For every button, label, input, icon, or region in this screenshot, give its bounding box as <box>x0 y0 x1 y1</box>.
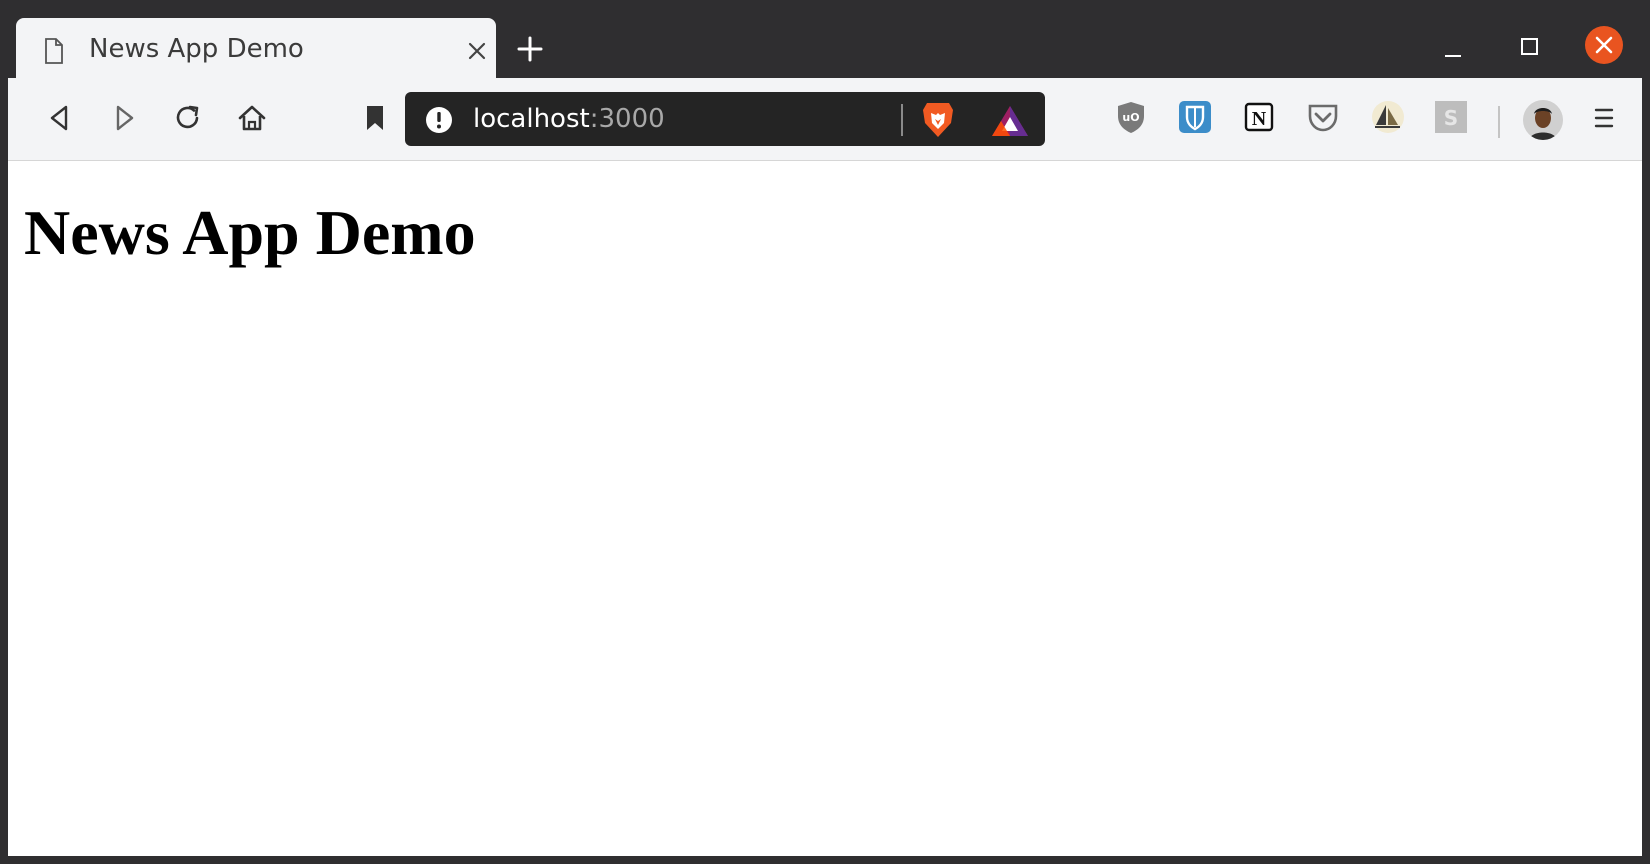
svg-text:S: S <box>1444 106 1458 130</box>
new-tab-icon[interactable] <box>516 35 544 63</box>
reload-icon[interactable] <box>170 100 206 136</box>
tab-strip: News App Demo <box>8 8 1642 78</box>
brave-shields-icon[interactable] <box>921 101 955 139</box>
home-icon[interactable] <box>234 100 270 136</box>
tab-title: News App Demo <box>89 34 304 64</box>
minimize-icon[interactable] <box>1435 30 1471 66</box>
menu-icon[interactable] <box>1586 100 1622 136</box>
navigation-toolbar: localhost:3000 uO N S <box>8 78 1642 161</box>
back-icon[interactable] <box>42 100 78 136</box>
url-host: localhost <box>473 104 590 134</box>
ublock-origin-icon[interactable]: uO <box>1112 98 1150 136</box>
profile-avatar[interactable] <box>1523 100 1563 140</box>
address-bar[interactable]: localhost:3000 <box>405 92 1045 146</box>
page-heading: News App Demo <box>24 197 476 268</box>
sailboat-extension-icon[interactable] <box>1369 98 1407 136</box>
s-extension-icon[interactable]: S <box>1432 98 1470 136</box>
avatar-icon <box>1523 100 1563 140</box>
page-icon <box>45 38 63 64</box>
pocket-icon[interactable] <box>1304 98 1342 136</box>
svg-text:N: N <box>1252 108 1267 130</box>
url-port: :3000 <box>589 104 665 134</box>
close-tab-icon[interactable] <box>467 41 487 61</box>
notion-icon[interactable]: N <box>1240 98 1278 136</box>
brave-rewards-icon[interactable] <box>991 105 1029 137</box>
svg-text:uO: uO <box>1122 111 1139 124</box>
page-content: News App Demo <box>8 161 1642 856</box>
toolbar-divider <box>1498 106 1500 138</box>
bitwarden-icon[interactable] <box>1176 98 1214 136</box>
bookmark-icon[interactable] <box>357 100 393 136</box>
url-text[interactable]: localhost:3000 <box>473 104 665 134</box>
address-bar-divider <box>901 104 903 136</box>
info-icon[interactable] <box>425 106 453 134</box>
maximize-icon[interactable] <box>1511 30 1547 66</box>
close-window-button[interactable] <box>1585 26 1623 64</box>
browser-window: News App Demo localhost:3000 uO N S News… <box>0 0 1650 864</box>
close-icon <box>1595 36 1613 54</box>
forward-icon[interactable] <box>106 100 142 136</box>
active-tab[interactable]: News App Demo <box>16 18 496 78</box>
